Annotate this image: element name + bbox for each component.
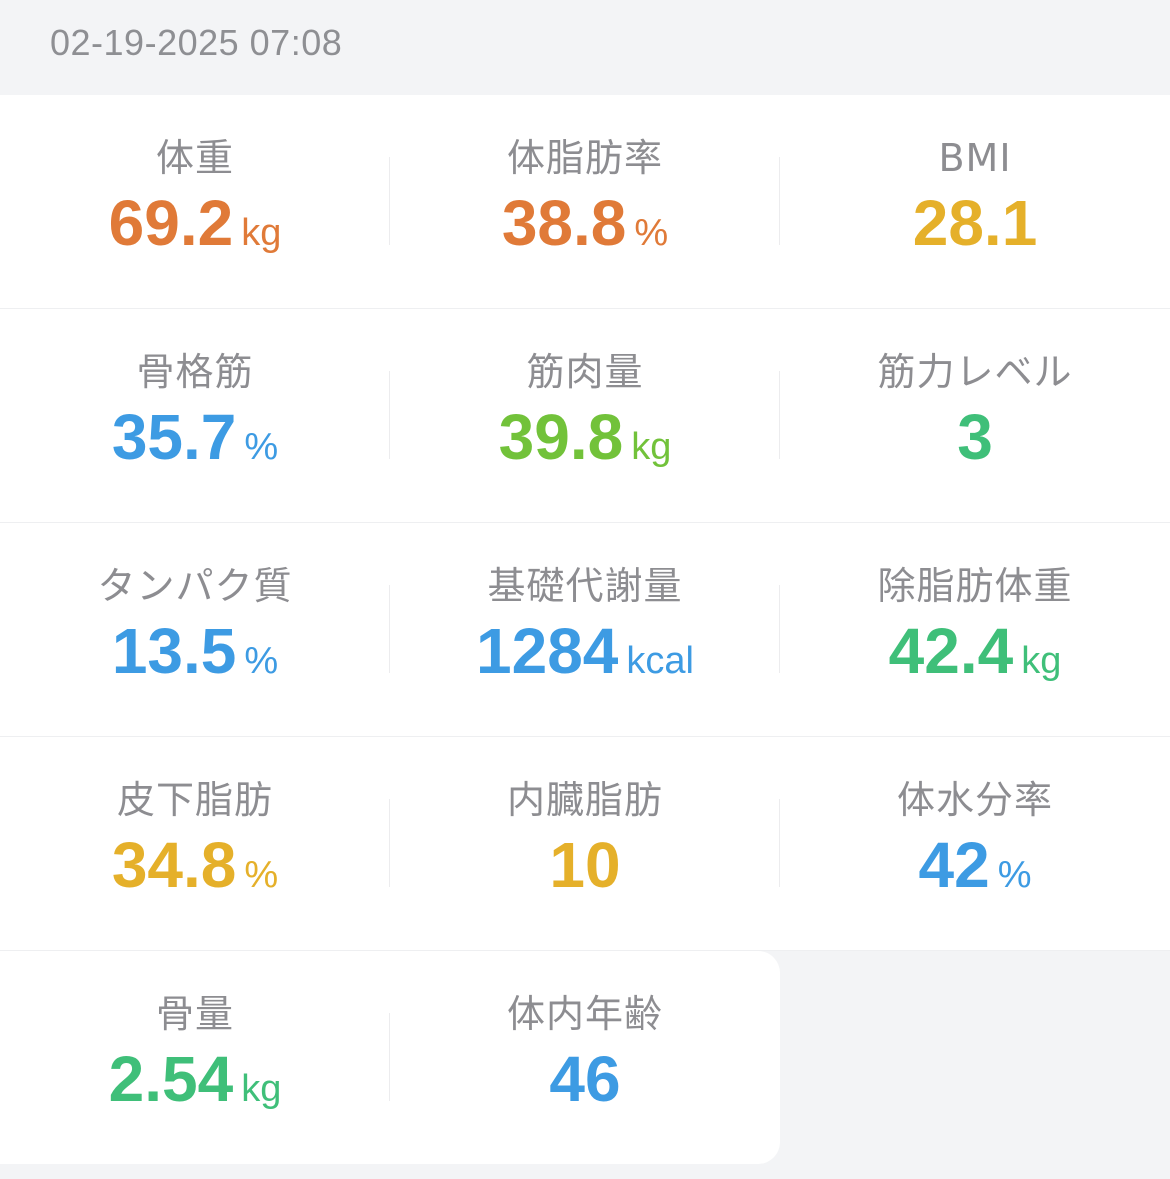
metric-value: 34.8 <box>111 829 237 901</box>
metrics-grid: 体重 69.2 kg 体脂肪率 38.8 % BMI 28.1 骨格筋 35.7 <box>0 95 1170 1164</box>
metric-value-line: 46 <box>549 1043 620 1115</box>
metric-bone-mass[interactable]: 骨量 2.54 kg <box>0 951 390 1164</box>
metric-label: 筋肉量 <box>526 350 644 394</box>
header-bar: 02-19-2025 07:08 <box>0 0 1170 95</box>
metric-unit: % <box>244 854 279 896</box>
metric-skeletal-muscle[interactable]: 骨格筋 35.7 % <box>0 309 390 522</box>
metric-body-water[interactable]: 体水分率 42 % <box>780 737 1170 950</box>
metric-value: 1284 <box>476 615 619 687</box>
metric-basal-metabolism[interactable]: 基礎代謝量 1284 kcal <box>390 523 780 736</box>
metric-lean-body-mass[interactable]: 除脂肪体重 42.4 kg <box>780 523 1170 736</box>
metric-value-line: 35.7 % <box>112 401 278 473</box>
metric-label: 体脂肪率 <box>506 136 663 180</box>
metric-value: 69.2 <box>108 187 234 259</box>
metric-bmi[interactable]: BMI 28.1 <box>780 95 1170 308</box>
metric-value: 3 <box>957 401 993 473</box>
metric-label: 基礎代謝量 <box>487 564 683 608</box>
metric-label: 骨量 <box>155 992 234 1036</box>
metric-value-line: 42.4 kg <box>889 615 1062 687</box>
metric-value: 42 <box>918 829 990 901</box>
metrics-row: 骨量 2.54 kg 体内年齢 46 <box>0 951 780 1164</box>
metrics-row: タンパク質 13.5 % 基礎代謝量 1284 kcal 除脂肪体重 42.4 … <box>0 523 1170 737</box>
measurement-timestamp: 02-19-2025 07:08 <box>50 22 343 63</box>
metric-label: 体重 <box>155 136 234 180</box>
metric-value-line: 69.2 kg <box>109 187 282 259</box>
metric-label: 除脂肪体重 <box>877 564 1073 608</box>
metric-value-line: 1284 kcal <box>476 615 694 687</box>
metric-label: 体水分率 <box>896 778 1053 822</box>
metric-muscle-mass[interactable]: 筋肉量 39.8 kg <box>390 309 780 522</box>
metric-value-line: 34.8 % <box>112 829 278 901</box>
metric-unit: % <box>634 212 669 254</box>
metric-strength-level[interactable]: 筋力レベル 3 <box>780 309 1170 522</box>
metric-value: 10 <box>549 829 621 901</box>
metric-unit: kg <box>631 426 672 468</box>
metric-visceral-fat[interactable]: 内臓脂肪 10 <box>390 737 780 950</box>
metric-unit: kg <box>1021 640 1062 682</box>
metric-unit: kg <box>241 1068 282 1110</box>
metric-weight[interactable]: 体重 69.2 kg <box>0 95 390 308</box>
metric-value: 28.1 <box>912 187 1038 259</box>
metric-label: タンパク質 <box>97 564 293 608</box>
metric-label: 内臓脂肪 <box>506 778 663 822</box>
metrics-row: 皮下脂肪 34.8 % 内臓脂肪 10 体水分率 42 % <box>0 737 1170 951</box>
metric-value-line: 42 % <box>919 829 1032 901</box>
metric-body-age[interactable]: 体内年齢 46 <box>390 951 780 1164</box>
metric-value-line: 38.8 % <box>502 187 668 259</box>
metric-label: 体内年齢 <box>506 992 663 1036</box>
metrics-row: 骨格筋 35.7 % 筋肉量 39.8 kg 筋力レベル 3 <box>0 309 1170 523</box>
metric-body-fat[interactable]: 体脂肪率 38.8 % <box>390 95 780 308</box>
metrics-row: 体重 69.2 kg 体脂肪率 38.8 % BMI 28.1 <box>0 95 1170 309</box>
metric-label: 筋力レベル <box>877 350 1073 394</box>
metric-value: 39.8 <box>498 401 624 473</box>
metric-unit: kcal <box>626 640 694 682</box>
metric-value-line: 10 <box>549 829 620 901</box>
metric-unit: % <box>244 640 279 682</box>
metric-value-line: 2.54 kg <box>109 1043 282 1115</box>
metric-unit: kg <box>241 212 282 254</box>
metric-subcutaneous-fat[interactable]: 皮下脂肪 34.8 % <box>0 737 390 950</box>
metric-label: 皮下脂肪 <box>116 778 273 822</box>
metric-value: 38.8 <box>501 187 627 259</box>
metric-label: 骨格筋 <box>136 350 254 394</box>
metric-value: 13.5 <box>111 615 237 687</box>
metric-value-line: 13.5 % <box>112 615 278 687</box>
metric-value: 35.7 <box>111 401 237 473</box>
metric-value-line: 28.1 <box>913 187 1038 259</box>
metric-unit: % <box>244 426 279 468</box>
metric-protein[interactable]: タンパク質 13.5 % <box>0 523 390 736</box>
metric-value-line: 3 <box>957 401 993 473</box>
metric-unit: % <box>997 854 1032 896</box>
metric-value: 2.54 <box>108 1043 234 1115</box>
metric-value-line: 39.8 kg <box>499 401 672 473</box>
metric-label: BMI <box>938 136 1012 180</box>
metric-value: 42.4 <box>888 615 1014 687</box>
metric-value: 46 <box>549 1043 621 1115</box>
